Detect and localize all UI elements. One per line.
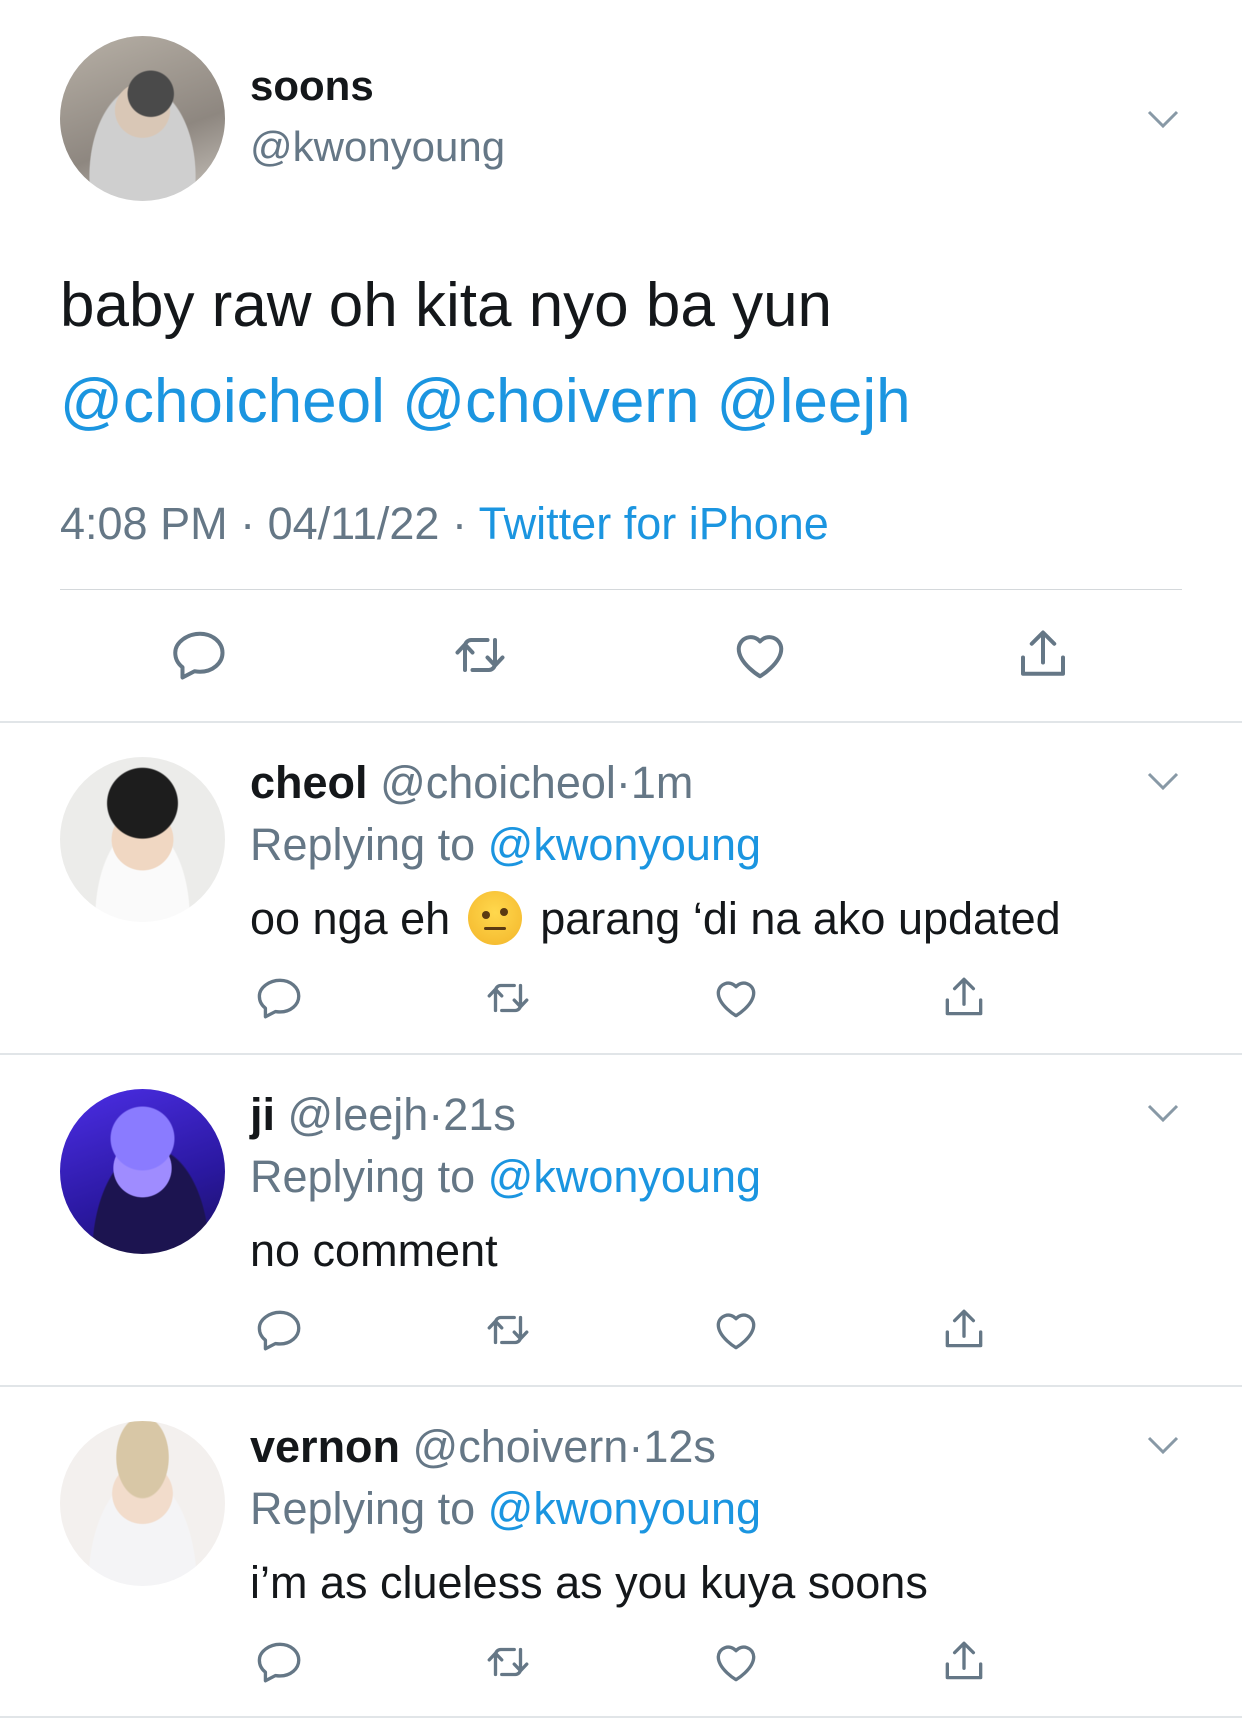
replying-to-handle[interactable]: @kwonyoung <box>488 1151 761 1202</box>
retweet-icon[interactable] <box>483 1637 533 1687</box>
author-name[interactable]: soons <box>250 62 374 110</box>
replying-to: Replying to @kwonyoung <box>250 819 761 871</box>
meta-separator: · <box>428 1089 444 1140</box>
reply-icon[interactable] <box>255 973 305 1023</box>
reply-author-handle[interactable]: @choicheol <box>380 757 616 808</box>
meta-separator: · <box>615 757 631 808</box>
reply-icon[interactable] <box>255 1637 305 1687</box>
reply-text-part: parang ‘di na ako updated <box>540 893 1061 944</box>
tweet-date: 04/11/22 <box>267 498 440 549</box>
retweet-icon[interactable] <box>483 973 533 1023</box>
replying-to: Replying to @kwonyoung <box>250 1151 761 1203</box>
mention-link[interactable]: @choicheol <box>60 367 385 436</box>
reply-time: 1m <box>630 757 694 808</box>
tweet-body: baby raw oh kita nyo ba yun <box>60 271 833 340</box>
tweet-time: 4:08 PM <box>60 498 228 549</box>
author-handle[interactable]: @kwonyoung <box>250 123 505 171</box>
reply-author-handle[interactable]: @leejh <box>288 1089 429 1140</box>
like-icon[interactable] <box>711 1637 761 1687</box>
reply-author-handle[interactable]: @choivern <box>413 1421 629 1472</box>
chevron-down-icon[interactable] <box>1145 762 1181 798</box>
divider <box>0 1385 1242 1387</box>
divider <box>0 721 1242 723</box>
reply-time: 12s <box>643 1421 716 1472</box>
chevron-down-icon[interactable] <box>1145 1426 1181 1462</box>
meta-separator: · <box>628 1421 644 1472</box>
tweet-meta: 4:08 PM · 04/11/22 · Twitter for iPhone <box>60 498 829 550</box>
mention-link[interactable]: @choivern <box>402 367 699 436</box>
avatar-vernon[interactable] <box>60 1421 225 1586</box>
replying-to: Replying to @kwonyoung <box>250 1483 761 1535</box>
divider <box>0 1053 1242 1055</box>
divider <box>60 589 1182 590</box>
share-icon[interactable] <box>939 1305 989 1355</box>
reply-author-name[interactable]: vernon <box>250 1421 400 1472</box>
reply-icon[interactable] <box>170 625 230 685</box>
reply-text: no comment <box>250 1225 498 1276</box>
reply-text: i’m as clueless as you kuya soons <box>250 1557 928 1608</box>
reply-text: oo nga eh parang ‘di na ako updated <box>250 891 1061 949</box>
raised-eyebrow-emoji-icon <box>468 891 523 946</box>
chevron-down-icon[interactable] <box>1145 100 1181 136</box>
share-icon[interactable] <box>1013 625 1073 685</box>
like-icon[interactable] <box>711 973 761 1023</box>
reply-author-name[interactable]: ji <box>250 1089 275 1140</box>
reply-header: vernon @choivern·12s <box>250 1421 716 1473</box>
reply-header: ji @leejh·21s <box>250 1089 516 1141</box>
avatar-ji[interactable] <box>60 1089 225 1254</box>
tweet-source-link[interactable]: Twitter for iPhone <box>479 498 829 549</box>
meta-separator: · <box>451 498 467 549</box>
reply-icon[interactable] <box>255 1305 305 1355</box>
mention-link[interactable]: @leejh <box>717 367 911 436</box>
replying-to-label: Replying to <box>250 1151 476 1202</box>
replying-to-label: Replying to <box>250 1483 476 1534</box>
avatar-soons[interactable] <box>60 36 225 201</box>
replying-to-label: Replying to <box>250 819 476 870</box>
reply-header: cheol @choicheol·1m <box>250 757 693 809</box>
replying-to-handle[interactable]: @kwonyoung <box>488 1483 761 1534</box>
avatar-cheol[interactable] <box>60 757 225 922</box>
chevron-down-icon[interactable] <box>1145 1094 1181 1130</box>
reply-text-part: oo nga eh <box>250 893 451 944</box>
like-icon[interactable] <box>711 1305 761 1355</box>
meta-separator: · <box>240 498 256 549</box>
retweet-icon[interactable] <box>483 1305 533 1355</box>
retweet-icon[interactable] <box>450 625 510 685</box>
divider <box>0 1716 1242 1718</box>
replying-to-handle[interactable]: @kwonyoung <box>488 819 761 870</box>
reply-author-name[interactable]: cheol <box>250 757 368 808</box>
tweet-text: baby raw oh kita nyo ba yun @choicheol @… <box>60 258 911 450</box>
like-icon[interactable] <box>730 625 790 685</box>
reply-time: 21s <box>443 1089 516 1140</box>
share-icon[interactable] <box>939 1637 989 1687</box>
share-icon[interactable] <box>939 973 989 1023</box>
